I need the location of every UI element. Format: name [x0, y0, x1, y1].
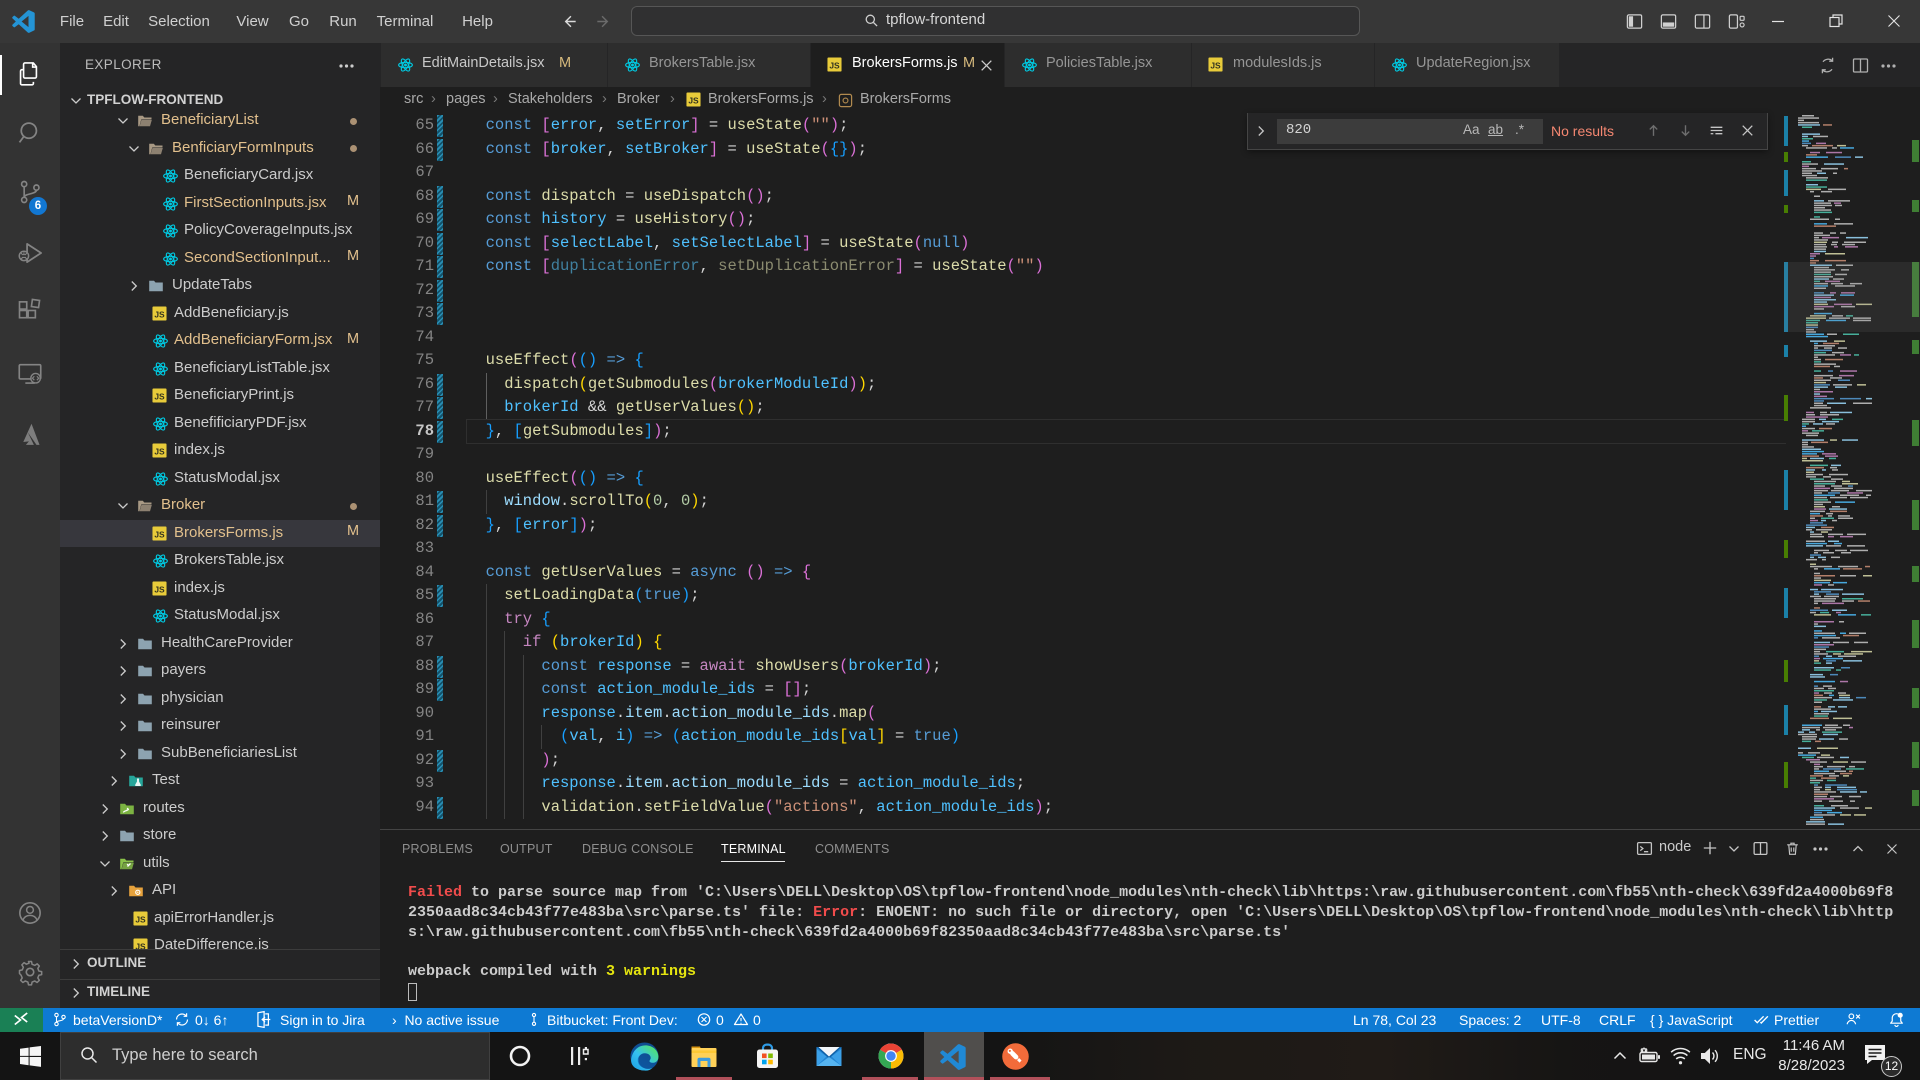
svg-text:JS: JS — [135, 914, 146, 924]
svg-text:JS: JS — [154, 309, 165, 319]
svg-text:JS: JS — [1210, 61, 1221, 71]
svg-text:JS: JS — [154, 529, 165, 539]
svg-text:JS: JS — [154, 392, 165, 402]
svg-text:JS: JS — [154, 447, 165, 457]
svg-text:JS: JS — [829, 61, 840, 71]
svg-text:JS: JS — [154, 584, 165, 594]
svg-text:JS: JS — [688, 96, 699, 106]
